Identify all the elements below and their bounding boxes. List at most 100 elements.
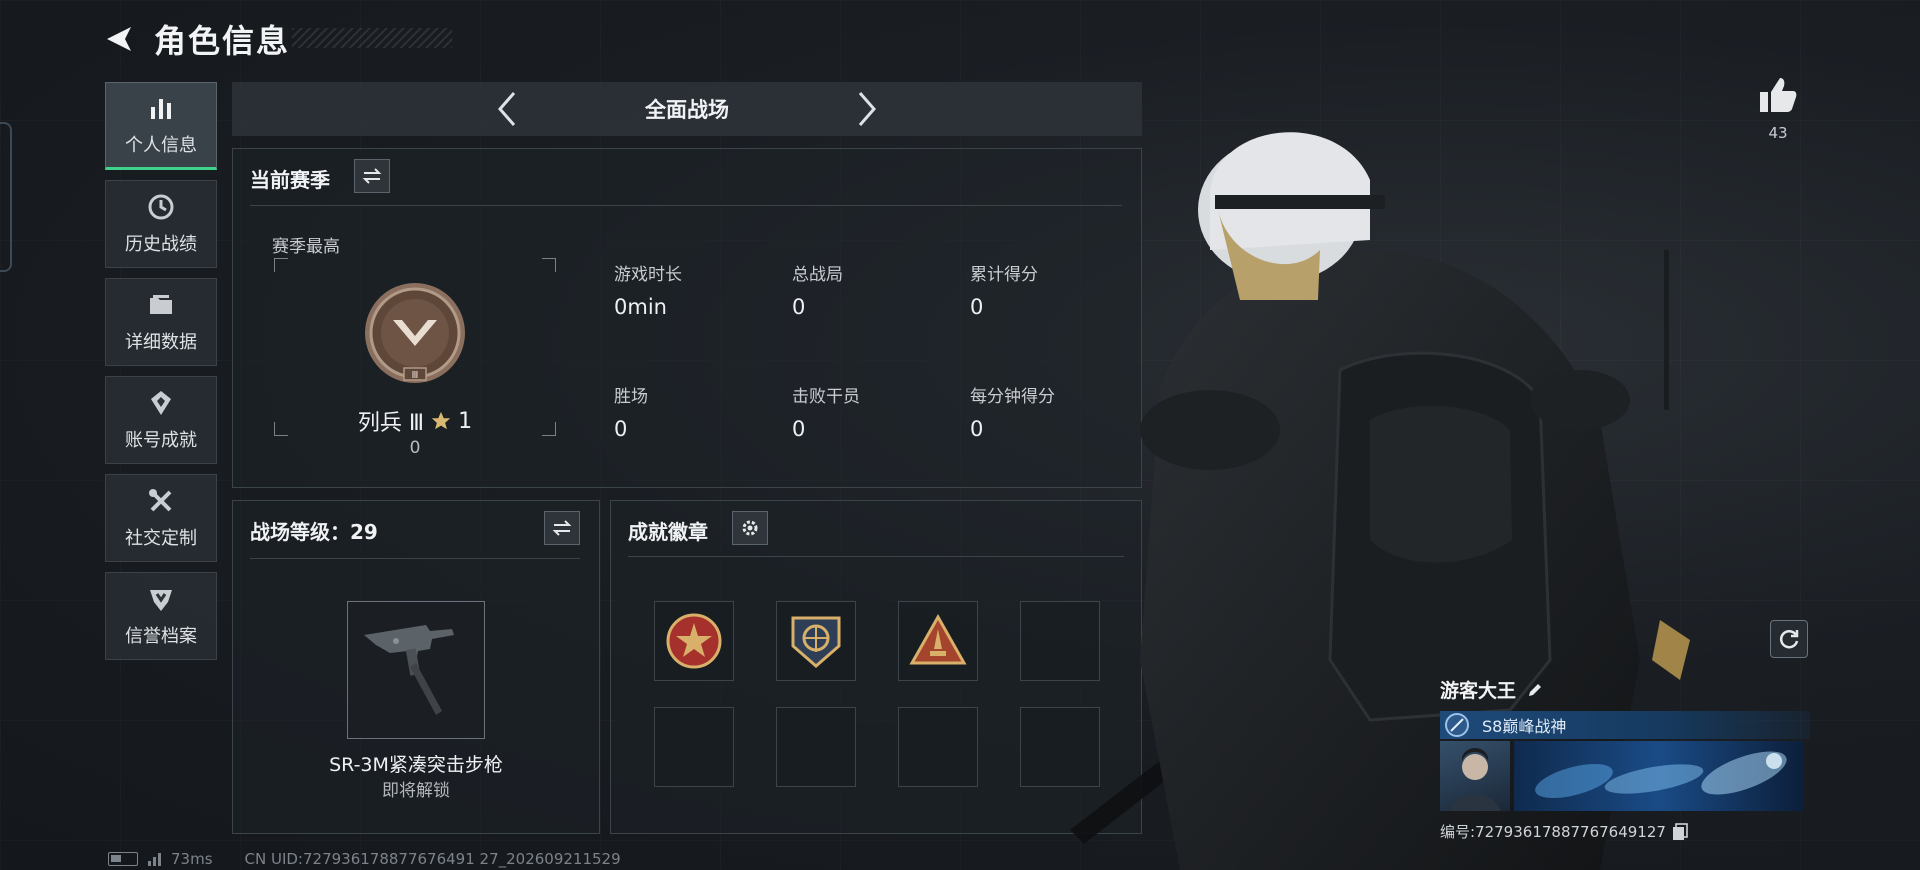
like-button[interactable]: 43 bbox=[1754, 76, 1802, 142]
stat-value: 0 bbox=[792, 417, 806, 441]
player-id: 编号:7279361788776764912​7 bbox=[1440, 823, 1666, 841]
title-emblem-icon bbox=[1445, 713, 1469, 737]
globe-anchor-badge-icon bbox=[791, 616, 841, 668]
rank-stars: 1 bbox=[458, 408, 473, 434]
side-nav: 个人信息 历史战绩 详细数据 账号成就 社交定制 信誉档案 bbox=[105, 82, 217, 660]
page-title: 角色信息 bbox=[154, 22, 291, 60]
stat-label: 累计得分 bbox=[970, 265, 1038, 285]
folder-stack-icon bbox=[150, 295, 172, 314]
banner-art-icon bbox=[1535, 751, 1787, 799]
player-name-row: 游客大王 bbox=[1440, 676, 1810, 703]
season-divider bbox=[250, 205, 1122, 206]
badge-slot[interactable] bbox=[776, 601, 856, 681]
stat-value: 0 bbox=[614, 417, 628, 441]
avatar[interactable] bbox=[1440, 741, 1510, 811]
stat-value: 0min bbox=[614, 295, 667, 319]
star-icon bbox=[431, 411, 451, 430]
next-mode-button[interactable] bbox=[847, 89, 887, 129]
player-name: 游客大王 bbox=[1440, 680, 1517, 702]
nav-item-history[interactable]: 历史战绩 bbox=[105, 180, 217, 268]
ping-value: 73ms bbox=[171, 850, 213, 868]
nav-item-label: 详细数据 bbox=[125, 332, 197, 353]
title-decoration bbox=[292, 28, 452, 48]
level-switch-button[interactable] bbox=[544, 511, 580, 545]
rotate-model-button[interactable] bbox=[1770, 620, 1808, 658]
header: 角色信息 bbox=[100, 18, 290, 60]
stat-operators-defeated: 击败干员 0 bbox=[792, 382, 860, 441]
season-switch-button[interactable] bbox=[354, 159, 390, 193]
switch-arrows-icon bbox=[362, 168, 382, 184]
avatar-portrait-icon bbox=[1450, 748, 1500, 811]
season-best-label: 赛季最高 bbox=[272, 237, 340, 257]
bar-chart-icon bbox=[151, 99, 171, 119]
badges-title: 成就徽章 bbox=[628, 520, 708, 544]
chevron-left-icon bbox=[498, 92, 516, 126]
weapon-preview[interactable] bbox=[347, 601, 485, 739]
status-bar: 73ms CN UID:727936178877676491 27_202609… bbox=[108, 850, 621, 868]
switch-arrows-icon bbox=[552, 520, 572, 536]
rank-points: 0 bbox=[409, 438, 421, 458]
nav-item-label: 历史战绩 bbox=[125, 234, 197, 255]
shield-icon bbox=[150, 590, 172, 611]
nav-item-detailed-data[interactable]: 详细数据 bbox=[105, 278, 217, 366]
edge-accent bbox=[0, 122, 12, 272]
badge-slot-empty[interactable] bbox=[898, 707, 978, 787]
badges-settings-button[interactable] bbox=[732, 511, 768, 545]
stat-label: 游戏时长 bbox=[614, 265, 682, 285]
history-clock-icon bbox=[148, 194, 174, 220]
level-title: 战场等级：29 bbox=[250, 520, 378, 544]
level-divider bbox=[250, 558, 580, 559]
player-title: S8巅峰战神 bbox=[1482, 717, 1567, 736]
rank-name: 列兵 Ⅲ 1 bbox=[330, 405, 500, 437]
edit-pencil-icon[interactable] bbox=[1526, 681, 1544, 699]
achievement-medal-icon bbox=[151, 391, 171, 415]
stat-total-score: 累计得分 0 bbox=[970, 260, 1038, 319]
nav-item-achievements[interactable]: 账号成就 bbox=[105, 376, 217, 464]
nav-item-label: 账号成就 bbox=[125, 430, 197, 451]
stat-play-time: 游戏时长 0min bbox=[614, 260, 682, 319]
player-id-row: 编号:7279361788776764912​7 bbox=[1440, 821, 1810, 842]
rank-name-text: 列兵 Ⅲ bbox=[357, 411, 425, 436]
like-count: 43 bbox=[1768, 124, 1788, 142]
gear-icon bbox=[742, 520, 758, 536]
nav-item-label: 个人信息 bbox=[125, 135, 197, 156]
stat-total-matches: 总战局 0 bbox=[792, 260, 843, 319]
prev-mode-button[interactable] bbox=[487, 89, 527, 129]
uid-text: CN UID:727936178877676491 27_20260921152… bbox=[244, 850, 621, 868]
nav-item-label: 社交定制 bbox=[125, 528, 197, 549]
stat-label: 击败干员 bbox=[792, 387, 860, 407]
nav-item-social-custom[interactable]: 社交定制 bbox=[105, 474, 217, 562]
weapon-status: 即将解锁 bbox=[382, 781, 450, 801]
back-button[interactable] bbox=[100, 19, 140, 59]
rocket-triangle-badge-icon bbox=[909, 613, 967, 665]
rifle-icon bbox=[364, 625, 454, 715]
nav-item-credit-record[interactable]: 信誉档案 bbox=[105, 572, 217, 660]
nav-item-personal-info[interactable]: 个人信息 bbox=[105, 82, 217, 170]
copy-icon[interactable] bbox=[1672, 822, 1688, 841]
mode-title: 全面战场 bbox=[645, 98, 729, 122]
player-profile: 游客大王 S8巅峰战神 编号:7279361788776764912​7 bbox=[1440, 676, 1810, 842]
rank-emblem-numeral: Ⅲ bbox=[412, 370, 419, 381]
player-title-bar[interactable]: S8巅峰战神 bbox=[1440, 711, 1810, 739]
back-arrow-icon bbox=[107, 27, 131, 51]
badge-slot[interactable] bbox=[654, 601, 734, 681]
nav-item-label: 信誉档案 bbox=[125, 626, 197, 647]
badge-slot-empty[interactable] bbox=[654, 707, 734, 787]
badge-slot-empty[interactable] bbox=[776, 707, 856, 787]
battery-icon bbox=[108, 852, 138, 866]
weapon-name: SR-3M紧凑突击步枪 bbox=[329, 754, 503, 776]
stat-label: 总战局 bbox=[792, 265, 843, 285]
rank-emblem-icon: Ⅲ bbox=[365, 283, 465, 383]
refresh-icon bbox=[1779, 630, 1799, 649]
signal-icon bbox=[148, 852, 161, 866]
thumbs-up-icon bbox=[1760, 78, 1797, 112]
stat-value: 0 bbox=[970, 295, 984, 319]
stat-label: 胜场 bbox=[614, 387, 648, 407]
profile-banner[interactable] bbox=[1514, 741, 1804, 811]
badge-slot[interactable] bbox=[898, 601, 978, 681]
stat-value: 0 bbox=[792, 295, 806, 319]
mode-selector: 全面战场 bbox=[232, 82, 1142, 136]
player-cards bbox=[1440, 741, 1810, 811]
chevron-right-icon bbox=[858, 92, 876, 126]
red-star-badge-icon bbox=[666, 613, 722, 669]
